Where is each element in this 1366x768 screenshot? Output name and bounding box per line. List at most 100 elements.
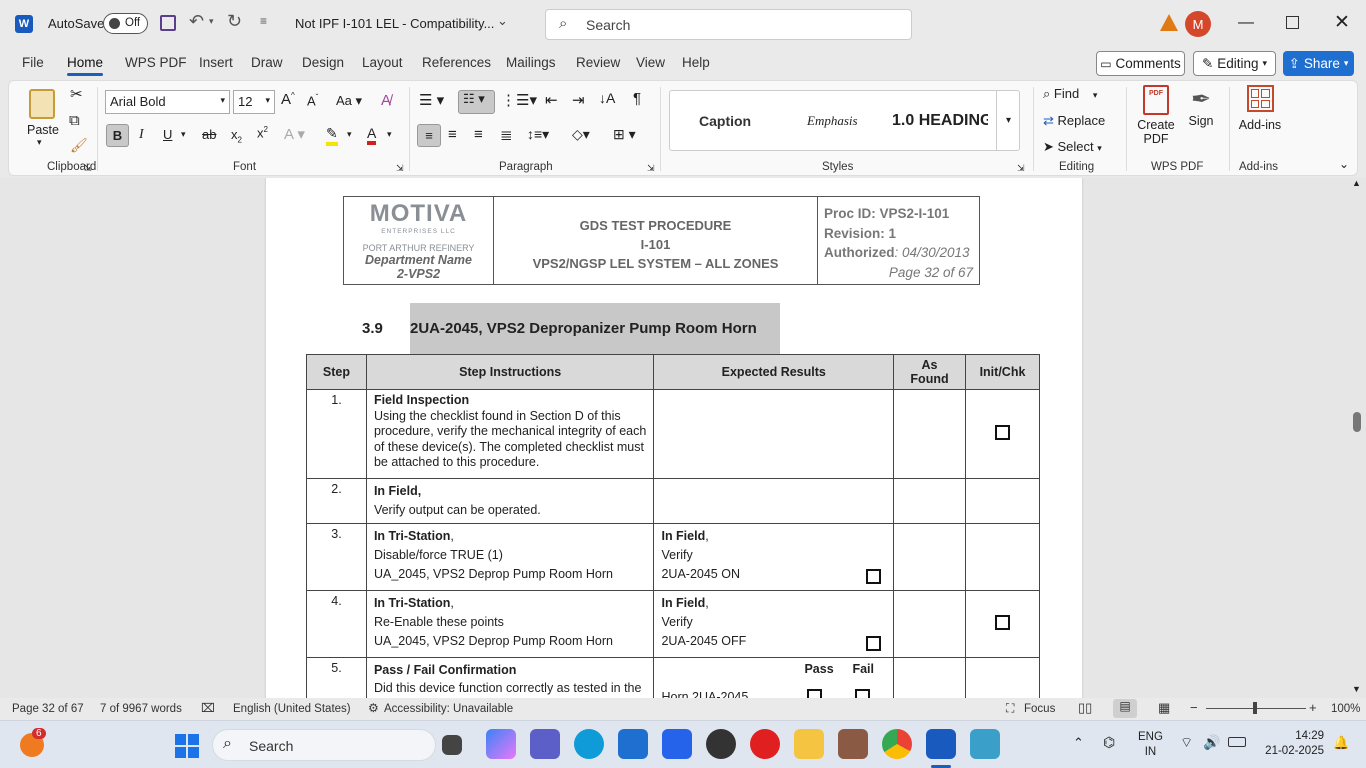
scroll-down-icon[interactable]: ▼ [1352,684,1361,694]
borders-icon[interactable]: ⊞ ▾ [613,126,636,143]
file-explorer-dark-icon[interactable] [442,735,462,755]
format-painter-icon[interactable]: 🖌 [70,137,88,154]
as-found[interactable] [893,590,966,658]
step-instructions[interactable]: In Tri-Station, Disable/force TRUE (1) UA_… [365,523,655,591]
autosave-toggle[interactable]: Off [103,13,148,34]
checkbox-icon[interactable] [866,636,882,651]
network-status-icon[interactable]: ⌬ [1103,734,1115,751]
avatar[interactable]: M [1185,11,1211,37]
select-button[interactable]: ➤ Select ▾ [1043,139,1102,155]
step-instructions[interactable]: Field Inspection Using the checklist foun… [365,389,655,479]
style-caption[interactable]: Caption [699,113,751,129]
numbering-button[interactable]: ☷ ▾ [458,90,495,114]
as-found[interactable] [893,657,966,698]
init-chk[interactable] [965,590,1040,658]
accessibility-icon[interactable]: ⚙ [368,701,379,715]
step-instructions[interactable]: In Tri-Station, Re-Enable these points UA_… [365,590,655,658]
tab-help[interactable]: Help [682,55,710,70]
minimize-icon[interactable]: — [1238,14,1254,32]
status-page[interactable]: Page 32 of 67 [12,703,84,715]
as-found[interactable] [893,389,966,479]
save-icon[interactable] [160,15,176,31]
tab-file[interactable]: File [22,55,44,70]
dialog-launcher-icon[interactable]: ⇲ [1017,163,1025,174]
word-taskbar-icon[interactable] [926,729,956,759]
language-indicator[interactable]: ENG IN [1138,730,1163,760]
dialog-launcher-icon[interactable]: ⇲ [84,163,92,174]
focus-icon[interactable]: ⛶ [1006,701,1014,716]
comments-button[interactable]: ▭ Comments [1096,51,1185,76]
redo-icon[interactable]: ↻ [227,11,242,32]
vertical-scrollbar[interactable]: ▲ ▼ [1350,178,1364,698]
tab-layout[interactable]: Layout [362,55,403,70]
increase-indent-icon[interactable]: ⇥ [572,91,585,109]
expected-results[interactable]: In Field, Verify 2UA-2045 ON [653,523,895,591]
justify-icon[interactable]: ≣ [500,126,513,144]
highlight-icon[interactable]: ✎ [326,125,338,146]
status-accessibility[interactable]: Accessibility: Unavailable [384,703,513,715]
restore-icon[interactable] [1286,16,1299,29]
subscript-icon[interactable]: x2 [231,127,242,145]
align-center-icon[interactable]: ≡ [448,126,457,143]
tab-home[interactable]: Home [67,55,104,76]
style-emphasis[interactable]: Emphasis [807,113,858,129]
teams-icon[interactable] [530,729,560,759]
opera-icon[interactable] [750,729,780,759]
line-spacing-icon[interactable]: ↕≡▾ [527,126,549,143]
scroll-up-icon[interactable]: ▲ [1352,178,1361,188]
italic-button[interactable]: I [139,127,144,143]
word-app-icon[interactable]: W [15,15,33,33]
expected-results[interactable] [653,478,895,524]
chevron-down-icon[interactable]: ▾ [181,129,186,140]
init-chk[interactable] [965,523,1040,591]
copilot-icon[interactable] [486,729,516,759]
decrease-indent-icon[interactable]: ⇤ [545,91,558,109]
align-right-icon[interactable]: ≡ [474,126,483,143]
wifi-icon[interactable]: ⌔ [1180,734,1193,752]
tab-design[interactable]: Design [302,55,344,70]
chevron-up-icon[interactable]: ⌃ [1073,735,1084,751]
tab-draw[interactable]: Draw [251,55,283,70]
app-icon[interactable] [970,729,1000,759]
folder-icon[interactable] [794,729,824,759]
clock[interactable]: 14:29 21-02-2025 [1260,729,1324,759]
undo-icon[interactable]: ↶ [189,11,204,32]
zoom-in-icon[interactable]: + [1309,700,1317,715]
zoom-level[interactable]: 100% [1331,703,1360,715]
addins-button[interactable]: Add-ins [1237,85,1283,135]
dell-icon[interactable] [706,729,736,759]
notifications-bell-icon[interactable]: 🔔 [1333,735,1349,751]
print-layout-button[interactable]: ▤ [1113,699,1137,718]
checkbox-icon[interactable] [995,615,1010,630]
tab-wps-pdf[interactable]: WPS PDF [125,55,187,70]
shrink-font-icon[interactable]: Aˇ [307,93,318,108]
multilevel-list-icon[interactable]: ⋮☰▾ [501,91,537,109]
init-chk[interactable] [965,657,1040,698]
font-name-select[interactable]: Arial Bold ▾ [105,90,230,114]
pass-checkbox-icon[interactable] [807,689,823,698]
expected-results[interactable]: In Field, Verify 2UA-2045 OFF [653,590,895,658]
volume-icon[interactable]: 🔊 [1203,734,1220,751]
scroll-thumb[interactable] [1353,412,1361,432]
shading-icon[interactable]: ◇▾ [572,126,590,143]
read-mode-icon[interactable]: ▯▯ [1078,700,1092,716]
find-button[interactable]: ⌕ Find ▾ [1043,86,1097,102]
dialog-launcher-icon[interactable]: ⇲ [647,163,655,174]
start-button[interactable] [175,734,199,758]
zoom-slider[interactable] [1206,702,1306,714]
as-found[interactable] [893,523,966,591]
status-language[interactable]: English (United States) [233,703,351,715]
text-effects-icon[interactable]: A ▾ [284,125,305,143]
battery-icon[interactable] [1228,737,1246,747]
expected-results[interactable] [653,389,895,479]
chrome-icon[interactable] [882,729,912,759]
focus-label[interactable]: Focus [1024,703,1055,715]
sign-button[interactable]: ✒ Sign [1183,85,1219,135]
editing-mode-button[interactable]: ✎ Editing ▾ [1193,51,1276,76]
chevron-down-icon[interactable]: ▾ [387,129,392,140]
section-title[interactable]: 2UA-2045, VPS2 Depropanizer Pump Room Ho… [410,320,757,337]
powerautomate-icon[interactable] [662,729,692,759]
taskbar-search[interactable]: ⌕ Search [212,729,436,761]
font-color-icon[interactable]: A [367,125,377,145]
superscript-icon[interactable]: x2 [257,125,268,140]
